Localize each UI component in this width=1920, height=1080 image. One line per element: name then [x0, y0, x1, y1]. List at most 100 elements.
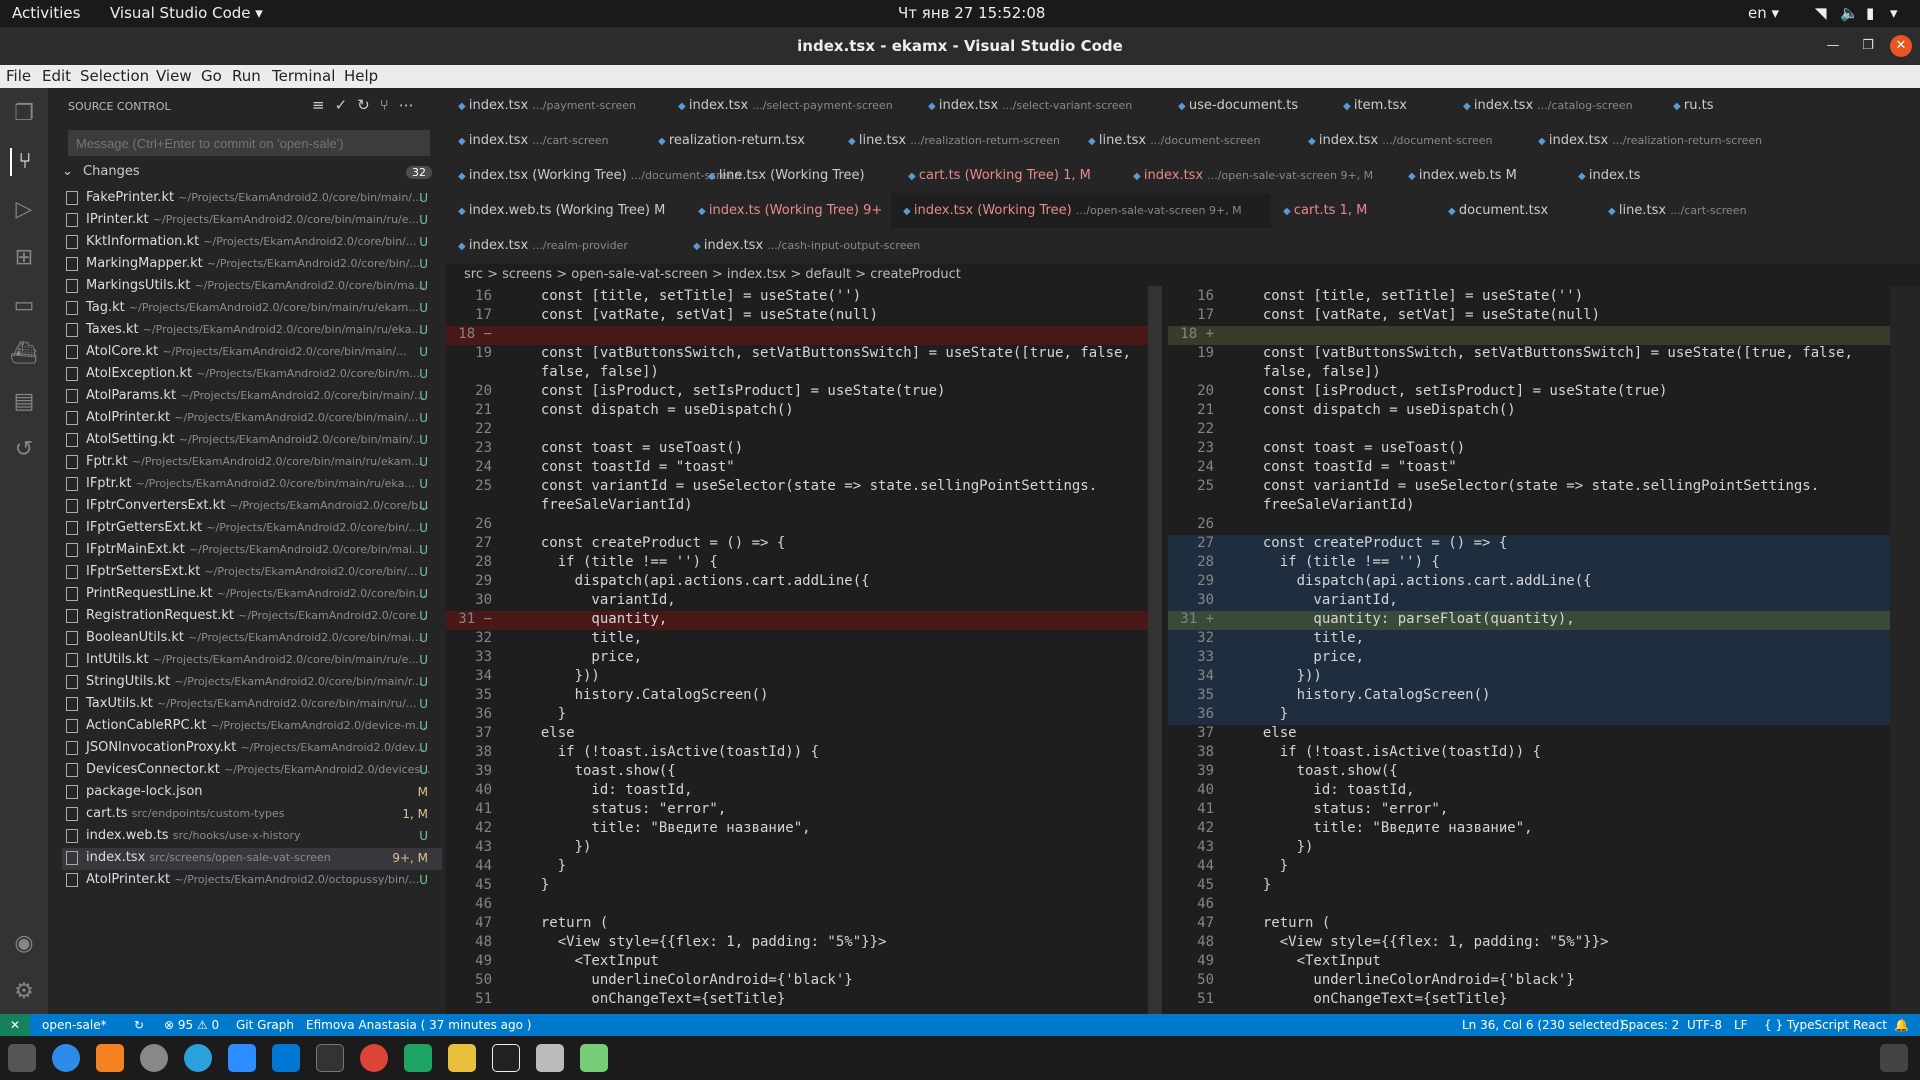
- code-line[interactable]: 22: [1168, 421, 1890, 440]
- code-line[interactable]: 27 const createProduct = () => {: [1168, 535, 1890, 554]
- code-line[interactable]: 48 <View style={{flex: 1, padding: "5%"}…: [1168, 934, 1890, 953]
- code-line[interactable]: 32 title,: [446, 630, 1162, 649]
- changed-file-item[interactable]: StringUtils.kt ~/Projects/EkamAndroid2.0…: [62, 672, 442, 694]
- close-icon[interactable]: ✕: [1890, 35, 1912, 57]
- code-line[interactable]: 21 const dispatch = useDispatch(): [446, 402, 1162, 421]
- changed-file-item[interactable]: DevicesConnector.kt ~/Projects/EkamAndro…: [62, 760, 442, 782]
- changed-file-item[interactable]: AtolSetting.kt ~/Projects/EkamAndroid2.0…: [62, 430, 442, 452]
- code-line[interactable]: 40 id: toastId,: [446, 782, 1162, 801]
- code-line[interactable]: 23 const toast = useToast(): [1168, 440, 1890, 459]
- code-line[interactable]: 35 history.CatalogScreen(): [446, 687, 1162, 706]
- end-of-line[interactable]: LF: [1734, 1018, 1748, 1032]
- code-line[interactable]: 20 const [isProduct, setIsProduct] = use…: [1168, 383, 1890, 402]
- editor-tab[interactable]: ◆ index.tsx .../realm-provider: [446, 228, 681, 263]
- git-graph-button[interactable]: Git Graph: [236, 1018, 294, 1032]
- editor-tab[interactable]: ◆ index.tsx .../document-screen: [1296, 123, 1526, 158]
- trash-icon[interactable]: [580, 1044, 608, 1072]
- editor-tab[interactable]: ◆ index.ts: [1566, 158, 1816, 193]
- code-line[interactable]: 23 const toast = useToast(): [446, 440, 1162, 459]
- commit-message-input[interactable]: [68, 130, 430, 156]
- code-line[interactable]: 45 }: [446, 877, 1162, 896]
- system-menu-icon[interactable]: ▾: [1890, 4, 1898, 22]
- editor-tab[interactable]: ◆ index.tsx (Working Tree) .../open-sale…: [891, 193, 1271, 228]
- editor-tab[interactable]: ◆ index.tsx .../open-sale-vat-screen 9+,…: [1121, 158, 1396, 193]
- history-icon[interactable]: ↺: [10, 436, 38, 464]
- code-line[interactable]: 31 − quantity,: [446, 611, 1162, 630]
- git-blame[interactable]: Efimova Anastasia ( 37 minutes ago ): [306, 1018, 531, 1032]
- source-control-icon[interactable]: ⑂: [10, 148, 38, 176]
- changed-file-item[interactable]: package-lock.json M: [62, 782, 442, 804]
- changed-file-item[interactable]: ActionCableRPC.kt ~/Projects/EkamAndroid…: [62, 716, 442, 738]
- code-line[interactable]: 26: [1168, 516, 1890, 535]
- overview-ruler[interactable]: [1890, 286, 1920, 1014]
- app-grid-icon[interactable]: [1880, 1044, 1908, 1072]
- code-line[interactable]: 18 −: [446, 326, 1162, 345]
- code-line[interactable]: 38 if (!toast.isActive(toastId)) {: [1168, 744, 1890, 763]
- app-menu[interactable]: Visual Studio Code ▾: [110, 4, 263, 22]
- code-line[interactable]: 46: [1168, 896, 1890, 915]
- code-line[interactable]: 37 else: [1168, 725, 1890, 744]
- telegram-icon[interactable]: [184, 1044, 212, 1072]
- editor-tab[interactable]: ◆ index.tsx .../catalog-screen: [1451, 88, 1661, 123]
- code-line[interactable]: 45 }: [1168, 877, 1890, 896]
- editor-tab[interactable]: ◆ index.tsx .../cart-screen: [446, 123, 646, 158]
- editor-tab[interactable]: ◆ realization-return.tsx: [646, 123, 836, 158]
- wifi-icon[interactable]: ◥: [1815, 4, 1827, 22]
- editor-tab[interactable]: ◆ use-document.ts: [1166, 88, 1331, 123]
- editor-tab[interactable]: ◆ index.tsx .../payment-screen: [446, 88, 666, 123]
- code-line[interactable]: 39 toast.show({: [446, 763, 1162, 782]
- changed-file-item[interactable]: index.tsx src/screens/open-sale-vat-scre…: [62, 848, 442, 870]
- editor-tab[interactable]: ◆ index.ts (Working Tree) 9+: [686, 193, 891, 228]
- code-line[interactable]: 18 +: [1168, 326, 1890, 345]
- code-line[interactable]: 28 if (title !== '') {: [446, 554, 1162, 573]
- docker-icon[interactable]: ⛴: [10, 340, 38, 368]
- folder-icon[interactable]: ▤: [10, 388, 38, 416]
- code-line[interactable]: 25 const variantId = useSelector(state =…: [1168, 478, 1890, 497]
- code-line[interactable]: 31 + quantity: parseFloat(quantity),: [1168, 611, 1890, 630]
- problems-indicator[interactable]: ⊗ 95 ⚠ 0: [164, 1018, 219, 1032]
- editor-tab[interactable]: ◆ document.tsx: [1436, 193, 1596, 228]
- editor-tab[interactable]: ◆ line.tsx .../cart-screen: [1596, 193, 1836, 228]
- changed-file-item[interactable]: IFptr.kt ~/Projects/EkamAndroid2.0/core/…: [62, 474, 442, 496]
- code-line[interactable]: 51 onChangeText={setTitle}: [446, 991, 1162, 1010]
- changed-file-item[interactable]: index.web.ts src/hooks/use-x-history U: [62, 826, 442, 848]
- changed-file-item[interactable]: AtolParams.kt ~/Projects/EkamAndroid2.0/…: [62, 386, 442, 408]
- editor-tab[interactable]: ◆ line.tsx .../document-screen: [1076, 123, 1296, 158]
- changed-file-item[interactable]: Tag.kt ~/Projects/EkamAndroid2.0/core/bi…: [62, 298, 442, 320]
- changed-file-item[interactable]: MarkingsUtils.kt ~/Projects/EkamAndroid2…: [62, 276, 442, 298]
- menu-help[interactable]: Help: [344, 67, 378, 85]
- editor-tab[interactable]: ◆ line.tsx (Working Tree): [696, 158, 896, 193]
- indentation[interactable]: Spaces: 2: [1621, 1018, 1679, 1032]
- code-line[interactable]: 29 dispatch(api.actions.cart.addLine({: [1168, 573, 1890, 592]
- code-line[interactable]: 22: [446, 421, 1162, 440]
- account-icon[interactable]: ◉: [10, 930, 38, 958]
- editor-tab[interactable]: ◆ cart.ts (Working Tree) 1, M: [896, 158, 1121, 193]
- p-app-icon[interactable]: [492, 1044, 520, 1072]
- changed-file-item[interactable]: AtolPrinter.kt ~/Projects/EkamAndroid2.0…: [62, 408, 442, 430]
- code-line[interactable]: 44 }: [1168, 858, 1890, 877]
- changed-file-item[interactable]: Taxes.kt ~/Projects/EkamAndroid2.0/core/…: [62, 320, 442, 342]
- changed-file-item[interactable]: IFptrConvertersExt.kt ~/Projects/EkamAnd…: [62, 496, 442, 518]
- cursor-position[interactable]: Ln 36, Col 6 (230 selected): [1462, 1018, 1624, 1032]
- menu-terminal[interactable]: Terminal: [272, 67, 335, 85]
- code-line[interactable]: 51 onChangeText={setTitle}: [1168, 991, 1890, 1010]
- extensions-icon[interactable]: ⊞: [10, 244, 38, 272]
- menu-selection[interactable]: Selection: [80, 67, 149, 85]
- changed-file-item[interactable]: TaxUtils.kt ~/Projects/EkamAndroid2.0/co…: [62, 694, 442, 716]
- breadcrumb[interactable]: src > screens > open-sale-vat-screen > i…: [446, 264, 1920, 286]
- code-line[interactable]: false, false]): [446, 364, 1162, 383]
- left-scrollbar[interactable]: [1148, 286, 1162, 1014]
- code-line[interactable]: 19 const [vatButtonsSwitch, setVatButton…: [1168, 345, 1890, 364]
- notifications-icon[interactable]: 🔔: [1894, 1018, 1909, 1032]
- changed-file-item[interactable]: RegistrationRequest.kt ~/Projects/EkamAn…: [62, 606, 442, 628]
- battery-icon[interactable]: ▮: [1866, 4, 1874, 22]
- editor-tab[interactable]: ◆ index.web.ts (Working Tree) M: [446, 193, 686, 228]
- sync-icon[interactable]: ↻: [134, 1018, 144, 1032]
- code-line[interactable]: 35 history.CatalogScreen(): [1168, 687, 1890, 706]
- document-app-icon[interactable]: [536, 1044, 564, 1072]
- code-line[interactable]: 47 return (: [1168, 915, 1890, 934]
- code-line[interactable]: 24 const toastId = "toast": [446, 459, 1162, 478]
- changed-file-item[interactable]: MarkingMapper.kt ~/Projects/EkamAndroid2…: [62, 254, 442, 276]
- branch-indicator[interactable]: open-sale*: [42, 1018, 107, 1032]
- zoom-icon[interactable]: [228, 1044, 256, 1072]
